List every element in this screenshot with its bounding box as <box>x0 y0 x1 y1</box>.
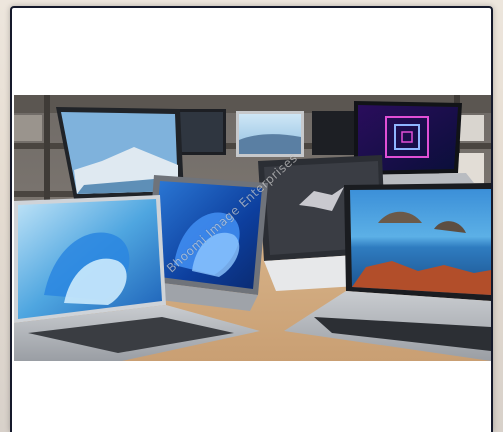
laptops-photo: Bhoomi Image Enterprises <box>14 95 491 361</box>
laptops-photo-illustration <box>14 95 491 361</box>
image-card: Bhoomi Image Enterprises <box>10 6 493 432</box>
